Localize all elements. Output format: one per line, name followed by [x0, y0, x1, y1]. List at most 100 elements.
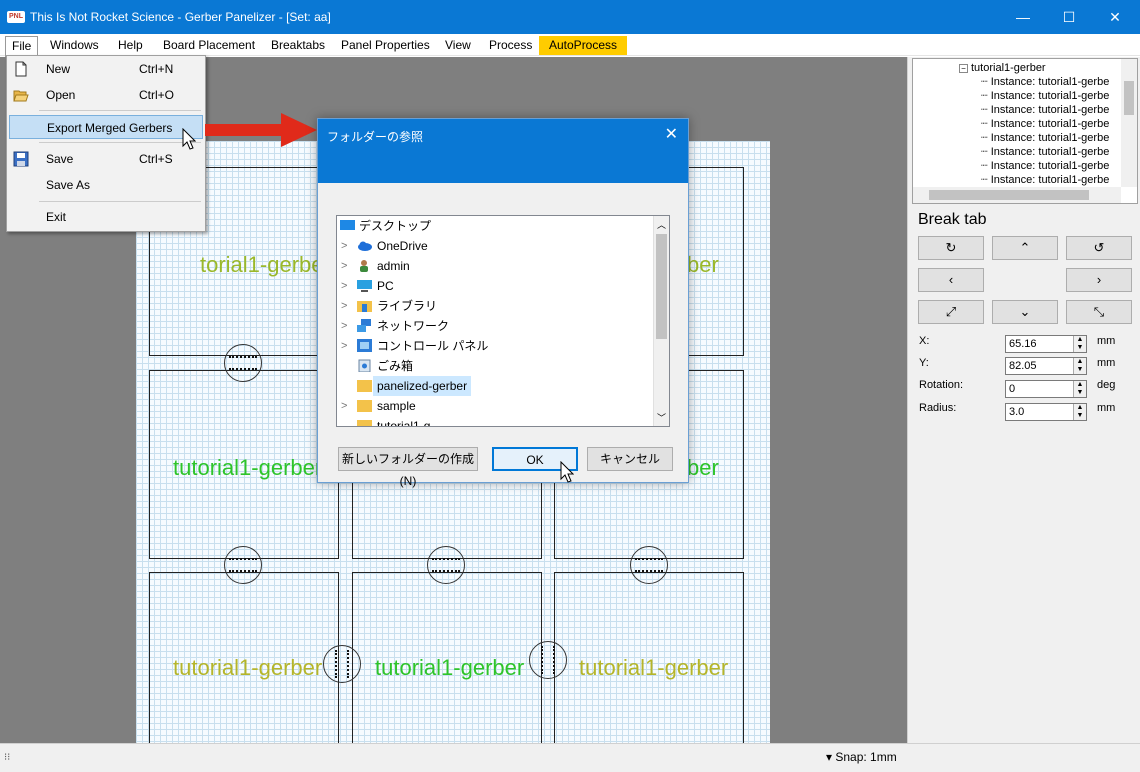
board[interactable]: tutorial1-gerber — [352, 572, 542, 761]
tree-root-item[interactable]: − tutorial1-gerber — [959, 61, 1046, 75]
tree-item-label: tutorial1-gerber — [971, 62, 1046, 74]
minimize-button[interactable]: — — [1000, 0, 1046, 34]
folder-tree[interactable]: デスクトップ > OneDrive > admin > PC > ライブラリ >… — [336, 215, 670, 427]
x-unit: mm — [1097, 335, 1116, 347]
tree-instance-item[interactable]: ┈ Instance: tutorial1-gerbe — [981, 75, 1109, 89]
menu-item-new[interactable]: New Ctrl+N — [9, 57, 203, 81]
tree-item-sample[interactable]: > sample — [337, 396, 655, 416]
tree-instance-item[interactable]: ┈ Instance: tutorial1-gerbe — [981, 89, 1109, 103]
menu-item-export-merged-gerbers[interactable]: Export Merged Gerbers — [9, 115, 203, 139]
new-folder-button[interactable]: 新しいフォルダーの作成(N) — [338, 447, 478, 488]
menu-file[interactable]: File — [5, 36, 39, 57]
y-label: Y: — [919, 357, 929, 369]
tree-item-label: panelized-gerber — [373, 376, 472, 396]
tree-instance-item[interactable]: ┈ Instance: tutorial1-gerbe — [981, 117, 1109, 131]
desktop-icon — [340, 220, 355, 230]
recycle-bin-icon — [358, 359, 371, 372]
radius-unit: mm — [1097, 402, 1116, 414]
menu-item-save[interactable]: Save Ctrl+S — [9, 147, 203, 171]
move-right-button[interactable]: › — [1066, 268, 1132, 292]
rotation-input[interactable]: 0 ▲ ▼ — [1005, 380, 1087, 398]
chevron-right-icon: > — [341, 280, 348, 292]
cancel-button[interactable]: キャンセル — [587, 447, 673, 471]
menu-view[interactable]: View — [439, 36, 477, 55]
tree-item-control-panel[interactable]: > コントロール パネル — [337, 336, 655, 356]
board[interactable]: tutorial1-gerber — [149, 370, 339, 559]
breaktab-marker[interactable] — [529, 641, 567, 679]
x-input[interactable]: 65.16 ▲ ▼ — [1005, 335, 1087, 353]
collapse-icon[interactable]: − — [959, 64, 968, 73]
tree-scrollbar[interactable]: ︿ ﹀ — [653, 216, 669, 426]
move-up-button[interactable]: ⌃ — [992, 236, 1058, 260]
rotate-cw-button[interactable]: ↺ — [1066, 236, 1132, 260]
menu-board-placement[interactable]: Board Placement — [157, 36, 261, 55]
menu-item-save-as[interactable]: Save As — [9, 173, 203, 197]
breaktab-marker[interactable] — [323, 645, 361, 683]
tree-item-network[interactable]: > ネットワーク — [337, 316, 655, 336]
chevron-down-icon[interactable]: ﹀ — [657, 411, 666, 424]
tree-instance-item[interactable]: ┈ Instance: tutorial1-gerbe — [981, 173, 1109, 187]
tree-item-desktop[interactable]: デスクトップ — [337, 216, 655, 236]
menu-item-open[interactable]: Open Ctrl+O — [9, 83, 203, 107]
board[interactable]: tutorial1-gerber — [149, 572, 339, 761]
folder-icon — [357, 380, 372, 392]
tree-item-admin[interactable]: > admin — [337, 256, 655, 276]
radius-input[interactable]: 3.0 ▲ ▼ — [1005, 403, 1087, 421]
close-button[interactable]: ✕ — [1092, 0, 1138, 34]
move-down-button[interactable]: ⌄ — [992, 300, 1058, 324]
spinner-icon[interactable]: ▲ ▼ — [1073, 381, 1086, 397]
breaktab-marker[interactable] — [224, 546, 262, 584]
move-left-button[interactable]: ‹ — [918, 268, 984, 292]
maximize-button[interactable]: ☐ — [1046, 0, 1092, 34]
tree-item-library[interactable]: > ライブラリ — [337, 296, 655, 316]
tree-instance-item[interactable]: ┈ Instance: tutorial1-gerbe — [981, 131, 1109, 145]
shrink-button[interactable]: ⤡ — [1066, 300, 1132, 324]
scrollbar-thumb[interactable] — [656, 234, 667, 339]
y-input[interactable]: 82.05 ▲ ▼ — [1005, 357, 1087, 375]
menu-autoprocess[interactable]: AutoProcess — [539, 36, 628, 55]
board-label: ber — [687, 252, 719, 277]
board-label: torial1-gerber — [200, 252, 331, 277]
instance-tree[interactable]: − tutorial1-gerber ┈ Instance: tutorial1-… — [912, 58, 1138, 204]
menu-item-label: Save As — [46, 178, 91, 192]
tree-instance-item[interactable]: ┈ Instance: tutorial1-gerbe — [981, 159, 1109, 173]
dialog-title-bar: フォルダーの参照 ✕ — [318, 119, 688, 151]
rotate-ccw-icon: ↻ — [945, 240, 957, 255]
cloud-icon — [358, 241, 372, 251]
tree-item-tutorial1[interactable]: tutorial1-g... — [337, 416, 655, 426]
tree-instance-item[interactable]: ┈ Instance: tutorial1-gerbe — [981, 103, 1109, 117]
scrollbar-thumb[interactable] — [1124, 81, 1134, 115]
tree-item-recycle-bin[interactable]: ごみ箱 — [337, 356, 655, 376]
resize-grip[interactable]: ⁝⁝ — [4, 752, 10, 763]
scrollbar-thumb[interactable] — [929, 190, 1089, 200]
x-label: X: — [919, 335, 930, 347]
menu-panel-properties[interactable]: Panel Properties — [335, 36, 436, 55]
breaktab-marker[interactable] — [630, 546, 668, 584]
tree-vertical-scrollbar[interactable] — [1121, 59, 1137, 187]
menu-help[interactable]: Help — [112, 36, 149, 55]
app-icon: PNL — [7, 11, 25, 23]
tree-item-label: ライブラリ — [377, 299, 438, 313]
tree-item-pc[interactable]: > PC — [337, 276, 655, 296]
spinner-icon[interactable]: ▲ ▼ — [1073, 404, 1086, 420]
spinner-icon[interactable]: ▲ ▼ — [1073, 358, 1086, 374]
chevron-up-icon[interactable]: ︿ — [657, 218, 666, 231]
rotate-ccw-button[interactable]: ↻ — [918, 236, 984, 260]
board[interactable]: tutorial1-gerber — [554, 572, 744, 761]
menu-windows[interactable]: Windows — [44, 36, 105, 55]
tree-horizontal-scrollbar[interactable] — [913, 187, 1121, 203]
menu-item-label: New — [46, 62, 71, 76]
spinner-icon[interactable]: ▲ ▼ — [1073, 336, 1086, 352]
breaktab-marker[interactable] — [224, 344, 262, 382]
menu-breaktabs[interactable]: Breaktabs — [265, 36, 331, 55]
tree-item-label: OneDrive — [377, 239, 428, 253]
tree-item-onedrive[interactable]: > OneDrive — [337, 236, 655, 256]
menu-item-exit[interactable]: Exit — [9, 205, 203, 229]
breaktab-marker[interactable] — [427, 546, 465, 584]
enlarge-button[interactable]: ⤢ — [918, 300, 984, 324]
dialog-close-button[interactable]: ✕ — [665, 124, 678, 144]
menu-process[interactable]: Process — [483, 36, 538, 55]
tree-instance-item[interactable]: ┈ Instance: tutorial1-gerbe — [981, 145, 1109, 159]
tree-item-panelized-gerber[interactable]: panelized-gerber — [337, 376, 655, 396]
snap-dropdown[interactable]: ▾ Snap: 1mm — [826, 750, 897, 764]
